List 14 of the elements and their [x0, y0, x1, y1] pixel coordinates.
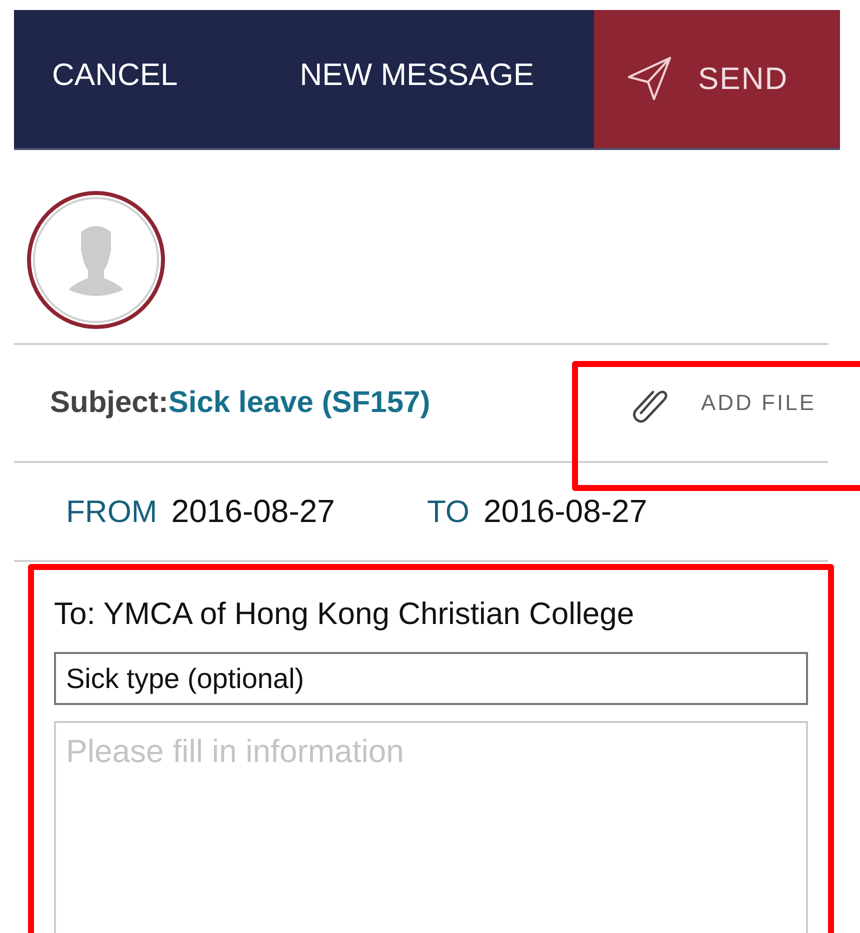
avatar-icon[interactable]: [26, 190, 166, 330]
date-value[interactable]: 2016-08-27: [171, 493, 335, 530]
date-label: TO: [426, 494, 470, 530]
cancel-button[interactable]: CANCEL: [52, 57, 178, 93]
details-field[interactable]: Please fill in information: [54, 721, 808, 933]
subject-text: Subject:Sick leave (SF157): [50, 386, 430, 420]
screen-title: NEW MESSAGE: [300, 57, 534, 93]
send-button[interactable]: SEND: [594, 10, 840, 148]
date-label: FROM: [66, 494, 158, 530]
date-value[interactable]: 2016-08-27: [483, 493, 648, 530]
add-file-button[interactable]: ADD FILE: [628, 383, 816, 423]
recipient-text: To: YMCA of Hong Kong Christian College: [54, 596, 636, 632]
sick-type-field[interactable]: Sick type (optional): [54, 652, 808, 705]
send-icon: [626, 55, 674, 103]
